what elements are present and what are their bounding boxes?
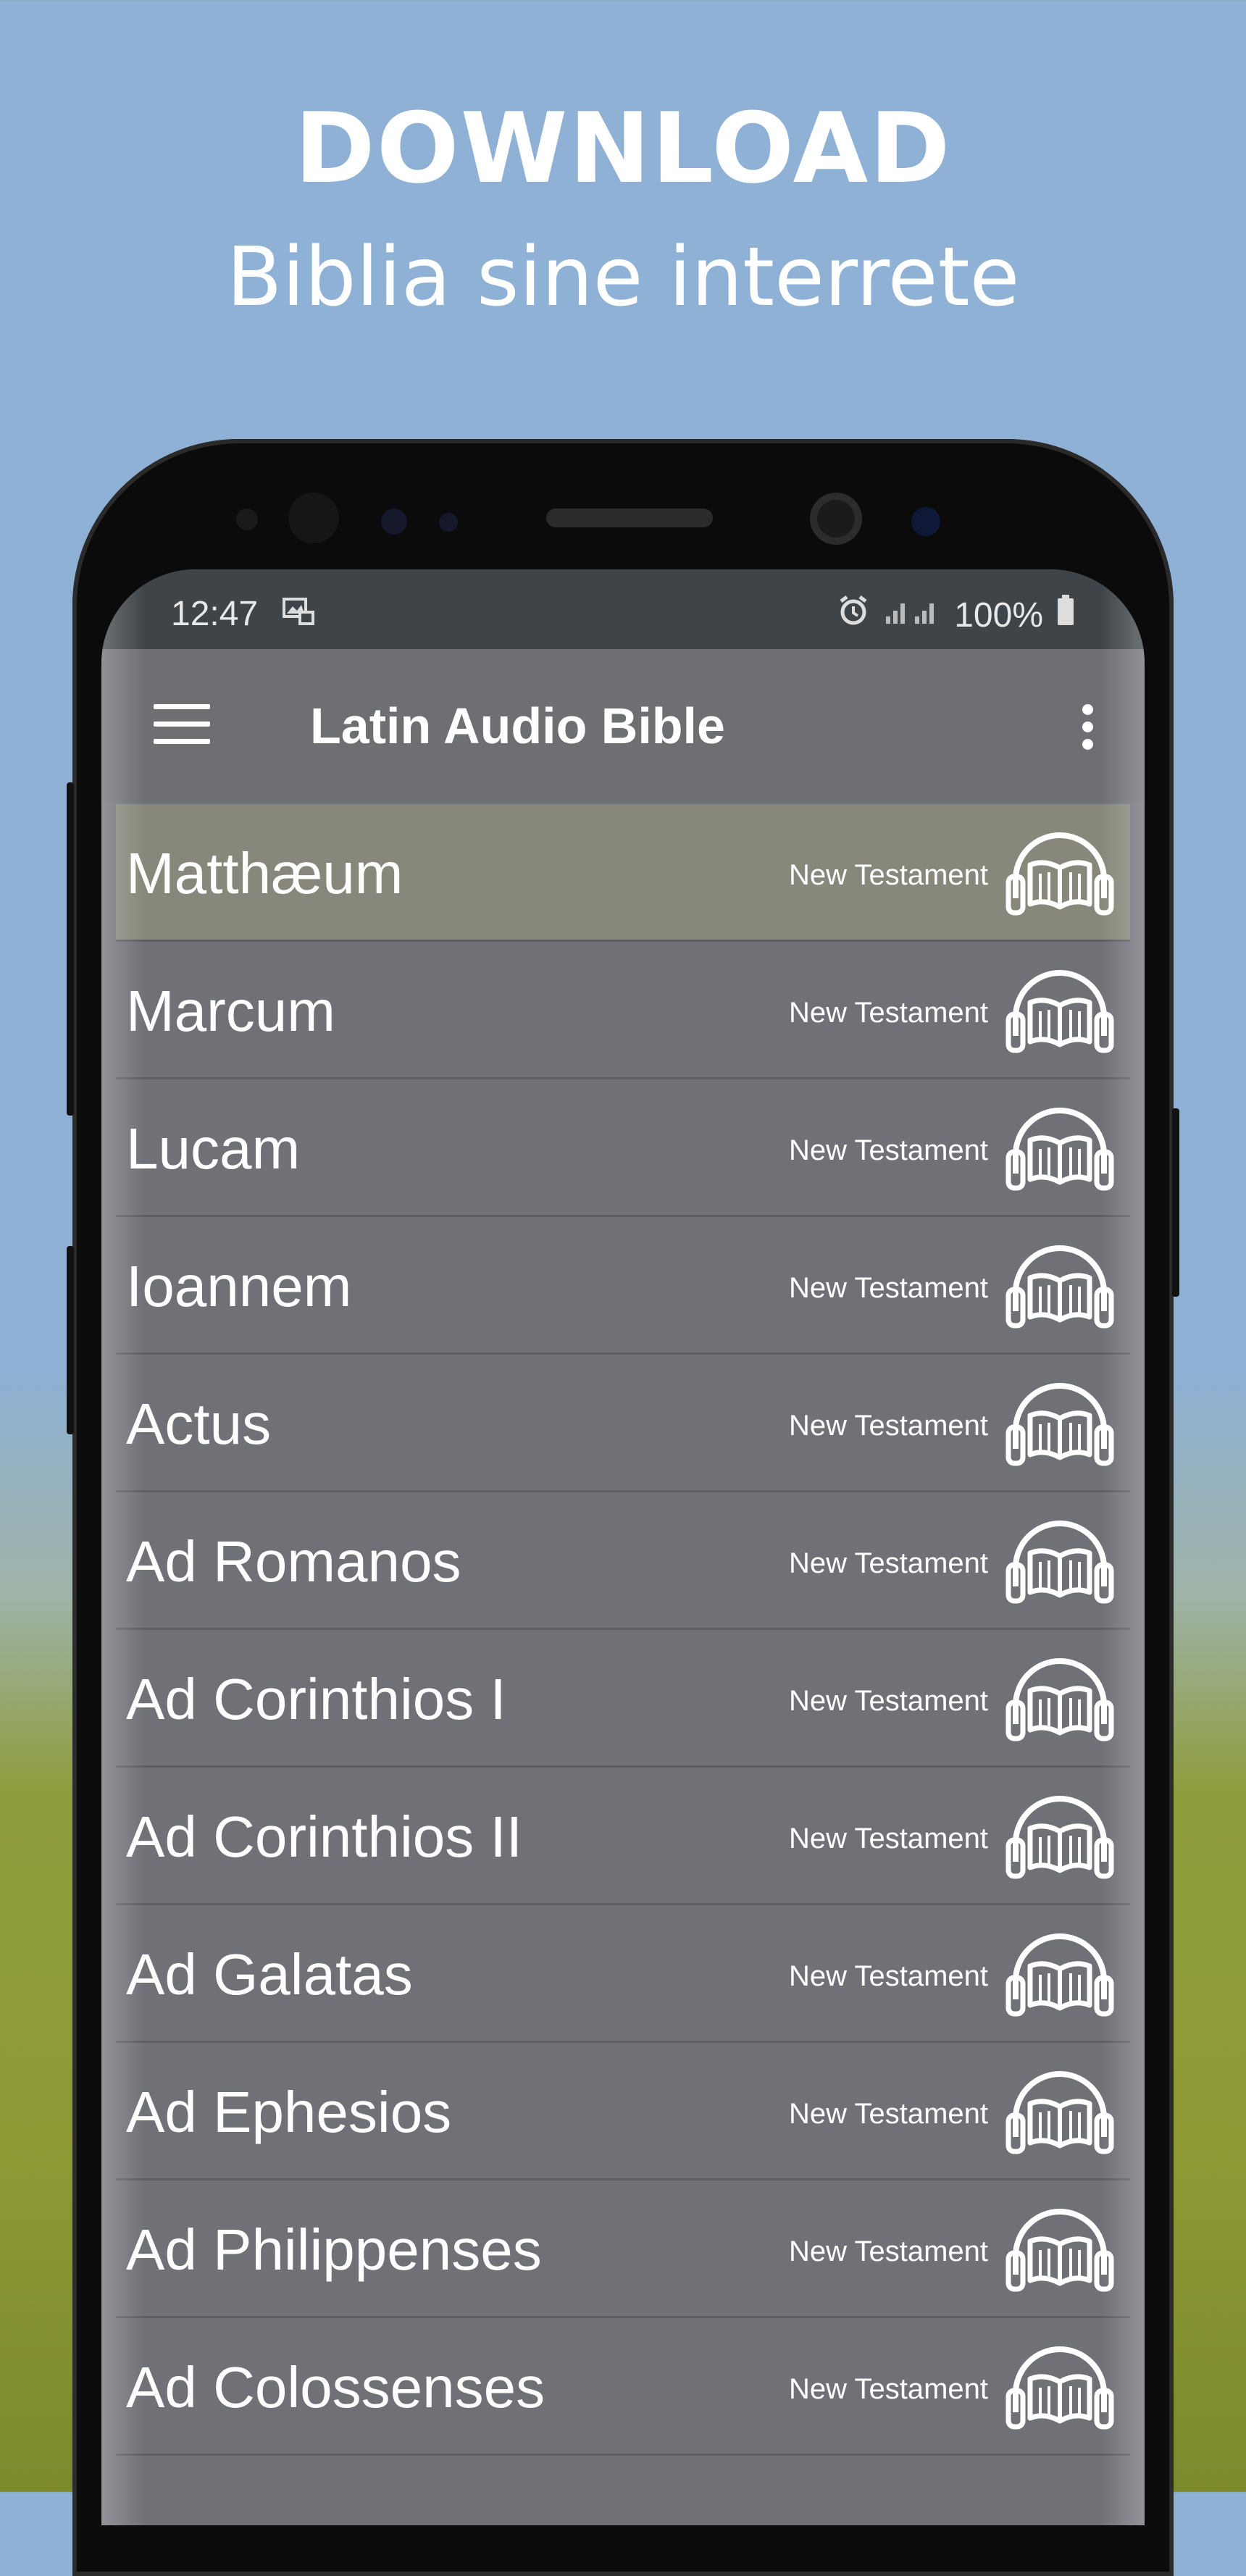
battery-icon (1056, 595, 1075, 635)
audio-book-headphones-icon[interactable] (1005, 966, 1114, 1055)
signal-strength-icon (883, 595, 941, 635)
book-name: Lucam (126, 1116, 301, 1181)
book-list: Matthæum New Testament Marcum New Testam… (116, 804, 1130, 2456)
book-list-item[interactable]: Ad Galatas New Testament (116, 1905, 1130, 2043)
book-list-item[interactable]: Ad Corinthios II New Testament (116, 1768, 1130, 1905)
sensor-dot-icon (381, 509, 407, 535)
audio-book-headphones-icon[interactable] (1005, 1930, 1114, 2018)
testament-label: New Testament (789, 1960, 988, 1992)
iris-camera-icon (911, 507, 940, 536)
book-name: Actus (126, 1392, 272, 1456)
phone-volume-button (67, 782, 74, 1116)
phone-bixby-button (67, 1246, 74, 1434)
app-title: Latin Audio Bible (310, 698, 725, 754)
book-name: Matthæum (126, 841, 404, 906)
status-time: 12:47 (171, 595, 259, 633)
testament-label: New Testament (789, 2098, 988, 2130)
testament-label: New Testament (789, 1134, 988, 1166)
sensor-dot-icon (439, 513, 458, 532)
proximity-sensor-icon (236, 509, 258, 530)
book-list-item[interactable]: Marcum New Testament (116, 942, 1130, 1079)
app-toolbar: Latin Audio Bible (101, 649, 1145, 801)
testament-label: New Testament (789, 859, 988, 891)
audio-book-headphones-icon[interactable] (1005, 2343, 1114, 2431)
book-name: Ad Colossenses (126, 2355, 545, 2420)
testament-label: New Testament (789, 1685, 988, 1717)
book-name: Ad Corinthios II (126, 1805, 522, 1869)
audio-book-headphones-icon[interactable] (1005, 1104, 1114, 1192)
testament-label: New Testament (789, 1272, 988, 1304)
notification-gallery-icon (283, 595, 316, 626)
audio-book-headphones-icon[interactable] (1005, 1517, 1114, 1605)
audio-book-headphones-icon[interactable] (1005, 1379, 1114, 1468)
audio-book-headphones-icon[interactable] (1005, 2067, 1114, 2156)
testament-label: New Testament (789, 997, 988, 1029)
book-name: Ad Corinthios I (126, 1667, 506, 1731)
audio-book-headphones-icon[interactable] (1005, 1242, 1114, 1330)
earpiece-speaker (546, 509, 713, 527)
book-list-item[interactable]: Lucam New Testament (116, 1079, 1130, 1217)
book-list-item[interactable]: Ad Colossenses New Testament (116, 2318, 1130, 2456)
book-name: Marcum (126, 979, 335, 1043)
promo-headline: DOWNLOAD (294, 92, 952, 205)
book-name: Ioannem (126, 1254, 352, 1318)
testament-label: New Testament (789, 2236, 988, 2267)
promo-subline: Biblia sine interrete (226, 230, 1020, 325)
book-list-item[interactable]: Ad Philippenses New Testament (116, 2180, 1130, 2318)
testament-label: New Testament (789, 2373, 988, 2405)
book-name: Ad Galatas (126, 1942, 413, 2007)
book-list-item[interactable]: Actus New Testament (116, 1355, 1130, 1492)
book-list-item[interactable]: Ad Romanos New Testament (116, 1492, 1130, 1630)
book-list-item[interactable]: Ad Ephesios New Testament (116, 2043, 1130, 2180)
audio-book-headphones-icon[interactable] (1005, 829, 1114, 917)
book-list-item[interactable]: Ioannem New Testament (116, 1217, 1130, 1355)
iris-sensor-icon (288, 493, 339, 543)
phone-power-button (1172, 1108, 1179, 1297)
audio-book-headphones-icon[interactable] (1005, 2205, 1114, 2293)
testament-label: New Testament (789, 1547, 988, 1579)
testament-label: New Testament (789, 1823, 988, 1854)
audio-book-headphones-icon[interactable] (1005, 1792, 1114, 1881)
book-name: Ad Romanos (126, 1529, 461, 1594)
front-camera-icon (810, 493, 862, 545)
alarm-icon (837, 594, 870, 636)
book-list-item[interactable]: Ad Corinthios I New Testament (116, 1630, 1130, 1768)
audio-book-headphones-icon[interactable] (1005, 1655, 1114, 1743)
phone-screen: 12:47 100% Latin Audio Bible Matthæum Ne… (101, 569, 1145, 2525)
status-bar: 12:47 100% (101, 569, 1145, 649)
battery-percent: 100% (954, 595, 1043, 635)
book-name: Ad Ephesios (126, 2080, 452, 2144)
hamburger-menu-icon[interactable] (154, 704, 210, 745)
book-list-item[interactable]: Matthæum New Testament (116, 804, 1130, 942)
testament-label: New Testament (789, 1410, 988, 1442)
book-name: Ad Philippenses (126, 2217, 542, 2282)
more-vertical-icon[interactable] (1082, 704, 1094, 750)
